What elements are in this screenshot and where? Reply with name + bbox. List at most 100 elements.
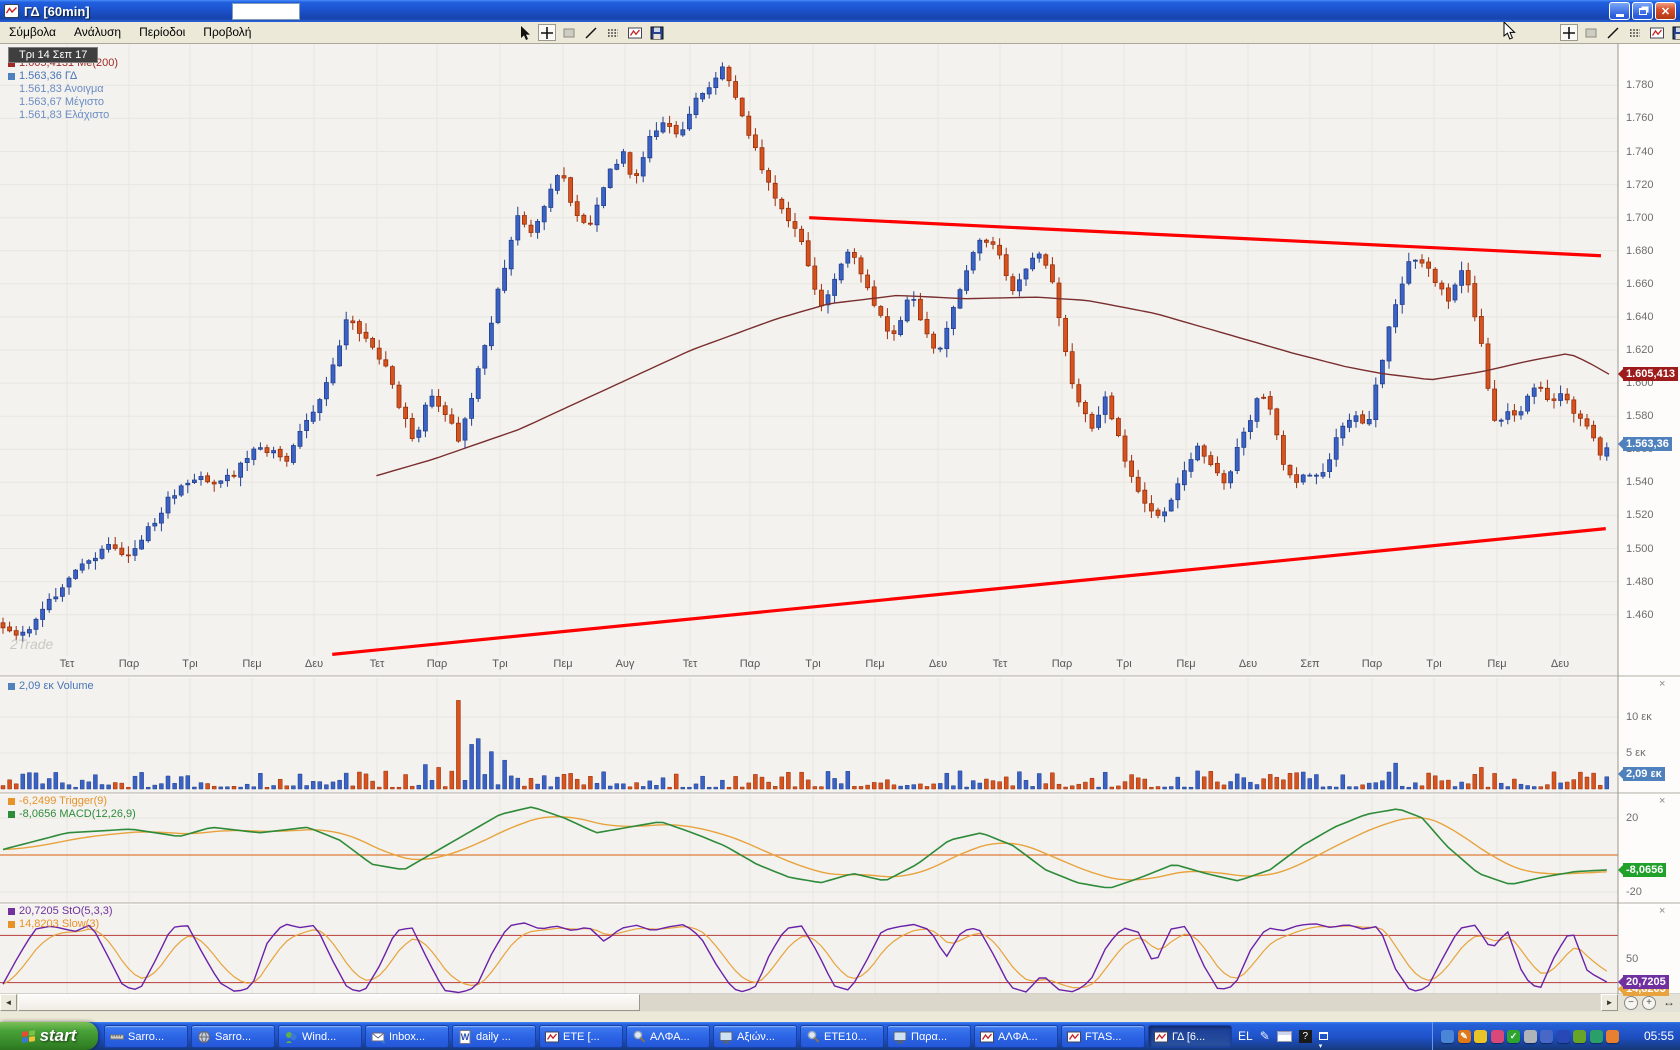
taskbar-button-1[interactable]: Sarro... bbox=[104, 1025, 188, 1048]
taskbar-clock: 05:55 bbox=[1644, 1022, 1674, 1050]
window-bottom-strip bbox=[0, 1012, 1680, 1022]
taskbar-button-label: Sarro... bbox=[215, 1031, 251, 1043]
start-button[interactable]: start bbox=[0, 1022, 98, 1050]
x-axis-label: Τρι bbox=[805, 658, 820, 670]
pane-close-icon[interactable]: × bbox=[1659, 678, 1665, 690]
taskbar-button-label: FTAS... bbox=[1085, 1031, 1121, 1043]
word-icon: W bbox=[457, 1029, 472, 1045]
crosshair-tool-icon[interactable] bbox=[538, 24, 556, 41]
price-legend-text: 1.563,36 ΓΔ bbox=[19, 70, 77, 82]
volume-icon[interactable] bbox=[1524, 1030, 1537, 1043]
taskbar-button-8[interactable]: Αξιών... bbox=[713, 1025, 797, 1048]
menu-item-2[interactable]: Ανάλυση bbox=[65, 22, 130, 44]
messenger-person-icon[interactable] bbox=[1441, 1030, 1454, 1043]
zoom-in-button[interactable]: + bbox=[1642, 996, 1656, 1010]
fit-width-button[interactable]: ↔ bbox=[1661, 996, 1677, 1010]
trendline-tool-icon[interactable] bbox=[1604, 24, 1622, 41]
chart-date-box: Τρι 14 Σεπ 17 bbox=[8, 47, 98, 63]
taskbar-button-label: Inbox... bbox=[389, 1031, 425, 1043]
save-icon[interactable] bbox=[1670, 24, 1680, 41]
chart-canvas[interactable]: Τρι 14 Σεπ 171.605,4131 Me(200)1.563,36 … bbox=[0, 44, 1680, 994]
bluetooth-icon[interactable] bbox=[1557, 1030, 1570, 1043]
taskbar-button-10[interactable]: Παρα... bbox=[887, 1025, 971, 1048]
x-axis-label: Πεμ bbox=[1487, 658, 1506, 670]
help-icon[interactable]: ? bbox=[1299, 1030, 1312, 1043]
minimize-button[interactable] bbox=[1609, 2, 1630, 20]
chart-icon bbox=[1153, 1029, 1168, 1045]
magnifier-icon bbox=[805, 1029, 820, 1045]
chart-type-icon[interactable] bbox=[626, 24, 644, 41]
axis-label: 1.480 bbox=[1626, 576, 1654, 588]
close-button[interactable]: ✕ bbox=[1655, 2, 1676, 20]
toolbar-center bbox=[516, 24, 666, 42]
taskbar-button-4[interactable]: Inbox... bbox=[365, 1025, 449, 1048]
zoom-out-button[interactable]: − bbox=[1624, 996, 1638, 1010]
pane-close-icon[interactable]: × bbox=[1659, 795, 1665, 807]
taskbar-button-label: ΑΛΦΑ... bbox=[998, 1031, 1038, 1043]
price-value-tag: 1.605,413 bbox=[1623, 367, 1678, 381]
taskbar-button-label: Wind... bbox=[302, 1031, 336, 1043]
svg-text:W: W bbox=[461, 1032, 470, 1042]
axis-label: 1.540 bbox=[1626, 476, 1654, 488]
axis-label: 5 εκ bbox=[1626, 747, 1646, 759]
price-legend-row: 1.561,83 Ανοιγμα bbox=[8, 83, 104, 95]
price-legend-row: 1.563,36 ΓΔ bbox=[8, 70, 77, 82]
taskbar-button-2[interactable]: Sarro... bbox=[191, 1025, 275, 1048]
taskbar-button-13[interactable]: ΓΔ [6... bbox=[1148, 1025, 1232, 1048]
x-axis-label: Τετ bbox=[683, 658, 698, 670]
scroll-left-button[interactable]: ◄ bbox=[0, 994, 17, 1011]
language-band-options-icon[interactable] bbox=[1319, 1032, 1328, 1040]
pen-input-icon[interactable]: ✎ bbox=[1260, 1029, 1270, 1043]
pen-sign-icon[interactable]: ✎ bbox=[1458, 1030, 1471, 1043]
x-axis-label: Τετ bbox=[60, 658, 75, 670]
axis-label: 10 εκ bbox=[1626, 711, 1652, 723]
x-axis-label: Τρι bbox=[182, 658, 197, 670]
language-indicator[interactable]: EL bbox=[1238, 1029, 1253, 1043]
menu-item-3[interactable]: Περίοδοι bbox=[130, 22, 194, 44]
menu-item-1[interactable]: Σύμβολα bbox=[0, 22, 65, 44]
axis-label: 1.620 bbox=[1626, 344, 1654, 356]
scrollbar-track[interactable] bbox=[640, 994, 1600, 1011]
crosshair-tool-icon[interactable] bbox=[1560, 24, 1578, 41]
windows-flag-icon bbox=[22, 1030, 35, 1043]
x-axis-label: Δευ bbox=[929, 658, 947, 670]
restore-button[interactable] bbox=[1632, 2, 1653, 20]
chart-type-icon[interactable] bbox=[1648, 24, 1666, 41]
taskbar-button-6[interactable]: ETE [... bbox=[539, 1025, 623, 1048]
pane-close-icon[interactable]: × bbox=[1659, 905, 1665, 917]
pink-messenger-icon[interactable] bbox=[1491, 1030, 1504, 1043]
taskbar-button-12[interactable]: FTAS... bbox=[1061, 1025, 1145, 1048]
symbol-input[interactable] bbox=[232, 3, 300, 20]
calendar-icon[interactable] bbox=[1606, 1030, 1619, 1043]
shield-icon[interactable] bbox=[1474, 1030, 1487, 1043]
taskbar-button-label: Sarro... bbox=[128, 1031, 164, 1043]
save-icon[interactable] bbox=[648, 24, 666, 41]
scroll-right-button[interactable]: ► bbox=[1601, 994, 1618, 1011]
region-tool-icon[interactable] bbox=[560, 24, 578, 41]
volume-value-tag: 2,09 εκ bbox=[1623, 767, 1665, 781]
green-check-icon[interactable]: ✓ bbox=[1507, 1030, 1520, 1043]
gauge-icon[interactable] bbox=[1590, 1030, 1603, 1043]
grid-tool-icon[interactable] bbox=[604, 24, 622, 41]
taskbar-button-label: ΓΔ [6... bbox=[1172, 1031, 1205, 1043]
taskbar-button-3[interactable]: Wind... bbox=[278, 1025, 362, 1048]
messenger-icon bbox=[283, 1029, 298, 1045]
region-tool-icon[interactable] bbox=[1582, 24, 1600, 41]
taskbar-button-11[interactable]: ΑΛΦΑ... bbox=[974, 1025, 1058, 1048]
pointer-tool-icon[interactable] bbox=[516, 24, 534, 41]
network-icon[interactable] bbox=[1540, 1030, 1553, 1043]
axis-label: 50 bbox=[1626, 953, 1638, 965]
taskbar-button-9[interactable]: ΕΤΕ10... bbox=[800, 1025, 884, 1048]
keyboard-icon[interactable] bbox=[1277, 1031, 1292, 1042]
x-axis-label: Δευ bbox=[305, 658, 323, 670]
taskbar-button-5[interactable]: Wdaily ... bbox=[452, 1025, 536, 1048]
stoch-legend-row: 14,8203 Slow(3) bbox=[8, 918, 99, 930]
trendline-tool-icon[interactable] bbox=[582, 24, 600, 41]
taskbar-button-7[interactable]: ΑΛΦΑ... bbox=[626, 1025, 710, 1048]
scrollbar-thumb[interactable] bbox=[18, 994, 640, 1011]
app-ruler-icon bbox=[109, 1029, 124, 1045]
x-axis-label: Παρ bbox=[427, 658, 448, 670]
nvidia-eye-icon[interactable] bbox=[1573, 1030, 1586, 1043]
menu-item-4[interactable]: Προβολή bbox=[194, 22, 260, 44]
grid-tool-icon[interactable] bbox=[1626, 24, 1644, 41]
